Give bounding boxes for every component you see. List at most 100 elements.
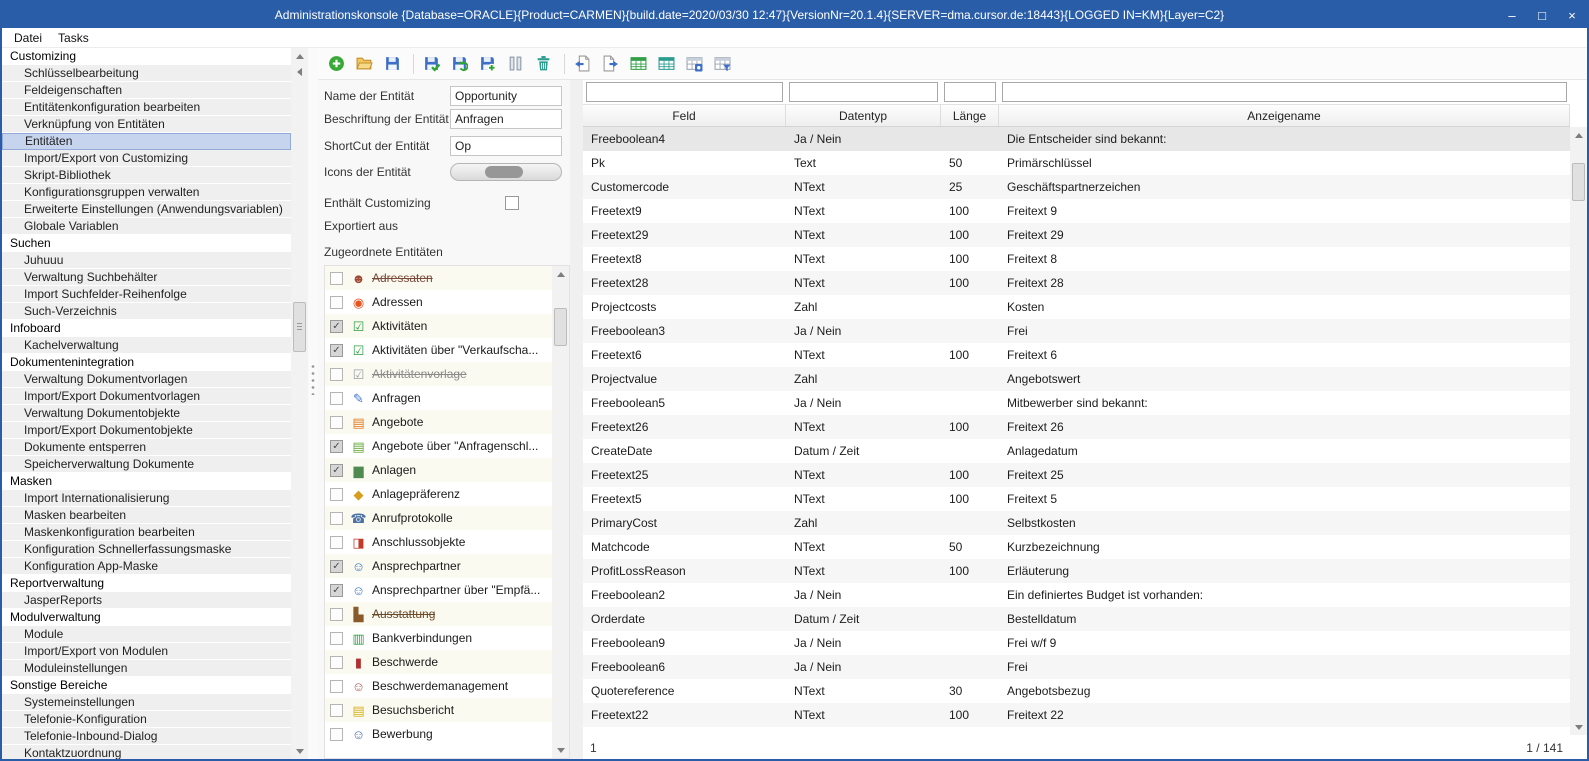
table-row-freetext9[interactable]: Freetext9NText100Freitext 9 xyxy=(583,199,1570,223)
tree-item-import-export-dokumentobjekte[interactable]: Import/Export Dokumentobjekte xyxy=(2,422,291,439)
contains-customizing-checkbox[interactable] xyxy=(505,196,519,210)
entity-row-aktivitätenvorlage[interactable]: ☑Aktivitätenvorlage xyxy=(325,362,552,386)
entity-row-ausstattung[interactable]: ▙Ausstattung xyxy=(325,602,552,626)
entity-row-angebote[interactable]: ▤Angebote xyxy=(325,410,552,434)
entity-checkbox[interactable] xyxy=(330,632,343,645)
table-row-createdate[interactable]: CreateDateDatum / ZeitAnlagedatum xyxy=(583,439,1570,463)
table-alt-button[interactable] xyxy=(654,51,679,76)
tree-section-customizing[interactable]: Customizing xyxy=(2,48,291,65)
entity-row-anlagen[interactable]: ✓▆Anlagen xyxy=(325,458,552,482)
tree-item-module[interactable]: Module xyxy=(2,626,291,643)
entity-row-aktivitäten-über-verkaufscha[interactable]: ✓☑Aktivitäten über "Verkaufscha... xyxy=(325,338,552,362)
tree-item-verknüpfung-von-entitäten[interactable]: Verknüpfung von Entitäten xyxy=(2,116,291,133)
entity-checkbox[interactable]: ✓ xyxy=(330,320,343,333)
tree-item-konfigurationsgruppen-verwalten[interactable]: Konfigurationsgruppen verwalten xyxy=(2,184,291,201)
table-button[interactable] xyxy=(626,51,651,76)
table-row-freeboolean6[interactable]: Freeboolean6Ja / NeinFrei xyxy=(583,655,1570,679)
save-add-button[interactable] xyxy=(475,51,500,76)
entity-row-adressaten[interactable]: ☻Adressaten xyxy=(325,266,552,290)
table-row-freeboolean9[interactable]: Freeboolean9Ja / NeinFrei w/f 9 xyxy=(583,631,1570,655)
save-check-button[interactable] xyxy=(419,51,444,76)
entity-checkbox[interactable] xyxy=(330,392,343,405)
tree-item-speicherverwaltung-dokumente[interactable]: Speicherverwaltung Dokumente xyxy=(2,456,291,473)
tree-item-kontaktzuordnung[interactable]: Kontaktzuordnung xyxy=(2,745,291,759)
entity-checkbox[interactable] xyxy=(330,512,343,525)
tree-item-telefonie-inbound-dialog[interactable]: Telefonie-Inbound-Dialog xyxy=(2,728,291,745)
scroll-down-button[interactable] xyxy=(291,743,308,759)
table-filter-button[interactable] xyxy=(710,51,735,76)
entity-checkbox[interactable] xyxy=(330,608,343,621)
table-row-projectcosts[interactable]: ProjectcostsZahlKosten xyxy=(583,295,1570,319)
entity-checkbox[interactable] xyxy=(330,416,343,429)
entity-row-anrufprotokolle[interactable]: ☎Anrufprotokolle xyxy=(325,506,552,530)
tree-item-verwaltung-dokumentvorlagen[interactable]: Verwaltung Dokumentvorlagen xyxy=(2,371,291,388)
entity-row-angebote-über-anfragenschl[interactable]: ✓▤Angebote über "Anfragenschl... xyxy=(325,434,552,458)
tree-section-masken[interactable]: Masken xyxy=(2,473,291,490)
entity-caption-input[interactable] xyxy=(450,109,562,129)
scroll-down-button[interactable] xyxy=(1570,719,1587,735)
scrollbar-track[interactable] xyxy=(552,282,569,742)
table-row-profitlossreason[interactable]: ProfitLossReasonNText100Erläuterung xyxy=(583,559,1570,583)
tree-item-skript-bibliothek[interactable]: Skript-Bibliothek xyxy=(2,167,291,184)
tree-item-import-export-von-customizing[interactable]: Import/Export von Customizing xyxy=(2,150,291,167)
scrollbar-thumb[interactable] xyxy=(293,302,306,352)
filter-input-feld[interactable] xyxy=(586,82,783,102)
save-sync-button[interactable] xyxy=(447,51,472,76)
table-row-projectvalue[interactable]: ProjectvalueZahlAngebotswert xyxy=(583,367,1570,391)
tree-section-suchen[interactable]: Suchen xyxy=(2,235,291,252)
scroll-up-button[interactable] xyxy=(291,48,308,64)
tree-item-telefonie-konfiguration[interactable]: Telefonie-Konfiguration xyxy=(2,711,291,728)
table-row-freetext5[interactable]: Freetext5NText100Freitext 5 xyxy=(583,487,1570,511)
tree-item-juhuuu[interactable]: Juhuuu xyxy=(2,252,291,269)
scroll-down-button[interactable] xyxy=(552,742,569,758)
filter-input-datentyp[interactable] xyxy=(789,82,938,102)
export-button[interactable] xyxy=(598,51,623,76)
tree-section-sonstige-bereiche[interactable]: Sonstige Bereiche xyxy=(2,677,291,694)
entity-checkbox[interactable]: ✓ xyxy=(330,344,343,357)
tree-item-globale-variablen[interactable]: Globale Variablen xyxy=(2,218,291,235)
entity-checkbox[interactable] xyxy=(330,488,343,501)
entity-checkbox[interactable]: ✓ xyxy=(330,584,343,597)
entity-row-aktivitäten[interactable]: ✓☑Aktivitäten xyxy=(325,314,552,338)
entity-checkbox[interactable]: ✓ xyxy=(330,464,343,477)
table-row-quotereference[interactable]: QuotereferenceNText30Angebotsbezug xyxy=(583,679,1570,703)
tree-item-entitäten[interactable]: Entitäten xyxy=(2,133,291,150)
table-row-freetext25[interactable]: Freetext25NText100Freitext 25 xyxy=(583,463,1570,487)
scrollbar-track[interactable] xyxy=(291,80,308,743)
table-row-customercode[interactable]: CustomercodeNText25Geschäftspartnerzeich… xyxy=(583,175,1570,199)
tree-section-dokumentenintegration[interactable]: Dokumentenintegration xyxy=(2,354,291,371)
minimize-button[interactable]: – xyxy=(1497,2,1527,28)
save-button[interactable] xyxy=(380,51,405,76)
entity-checkbox[interactable]: ✓ xyxy=(330,440,343,453)
entity-row-beschwerdemanagement[interactable]: ☺Beschwerdemanagement xyxy=(325,674,552,698)
table-row-freeboolean3[interactable]: Freeboolean3Ja / NeinFrei xyxy=(583,319,1570,343)
collapse-panel-button[interactable] xyxy=(291,64,308,80)
tree-item-verwaltung-suchbehälter[interactable]: Verwaltung Suchbehälter xyxy=(2,269,291,286)
entity-row-anschlussobjekte[interactable]: ◨Anschlussobjekte xyxy=(325,530,552,554)
tree-item-moduleinstellungen[interactable]: Moduleinstellungen xyxy=(2,660,291,677)
titlebar[interactable]: Administrationskonsole {Database=ORACLE}… xyxy=(2,2,1587,28)
tree-section-infoboard[interactable]: Infoboard xyxy=(2,320,291,337)
entity-row-besuchsbericht[interactable]: ▤Besuchsbericht xyxy=(325,698,552,722)
entity-checkbox[interactable]: ✓ xyxy=(330,560,343,573)
entity-checkbox[interactable] xyxy=(330,368,343,381)
filter-input-anzeigename[interactable] xyxy=(1002,82,1567,102)
table-settings-button[interactable] xyxy=(682,51,707,76)
open-button[interactable] xyxy=(352,51,377,76)
tree-item-import-export-von-modulen[interactable]: Import/Export von Modulen xyxy=(2,643,291,660)
table-row-freetext6[interactable]: Freetext6NText100Freitext 6 xyxy=(583,343,1570,367)
delete-button[interactable] xyxy=(531,51,556,76)
panel-splitter[interactable] xyxy=(308,48,318,759)
table-row-freeboolean2[interactable]: Freeboolean2Ja / NeinEin definiertes Bud… xyxy=(583,583,1570,607)
tree-item-such-verzeichnis[interactable]: Such-Verzeichnis xyxy=(2,303,291,320)
entity-checkbox[interactable] xyxy=(330,536,343,549)
scrollbar-thumb[interactable] xyxy=(1572,163,1585,201)
menu-datei[interactable]: Datei xyxy=(6,28,50,47)
tree-item-erweiterte-einstellungen-anwendungsvariablen[interactable]: Erweiterte Einstellungen (Anwendungsvari… xyxy=(2,201,291,218)
tree-item-import-suchfelder-reihenfolge[interactable]: Import Suchfelder-Reihenfolge xyxy=(2,286,291,303)
column-header-feld[interactable]: Feld xyxy=(583,105,786,126)
entity-row-anlagepräferenz[interactable]: ◆Anlagepräferenz xyxy=(325,482,552,506)
tree-item-schlüsselbearbeitung[interactable]: Schlüsselbearbeitung xyxy=(2,65,291,82)
columns-button[interactable] xyxy=(503,51,528,76)
table-row-pk[interactable]: PkText50Primärschlüssel xyxy=(583,151,1570,175)
